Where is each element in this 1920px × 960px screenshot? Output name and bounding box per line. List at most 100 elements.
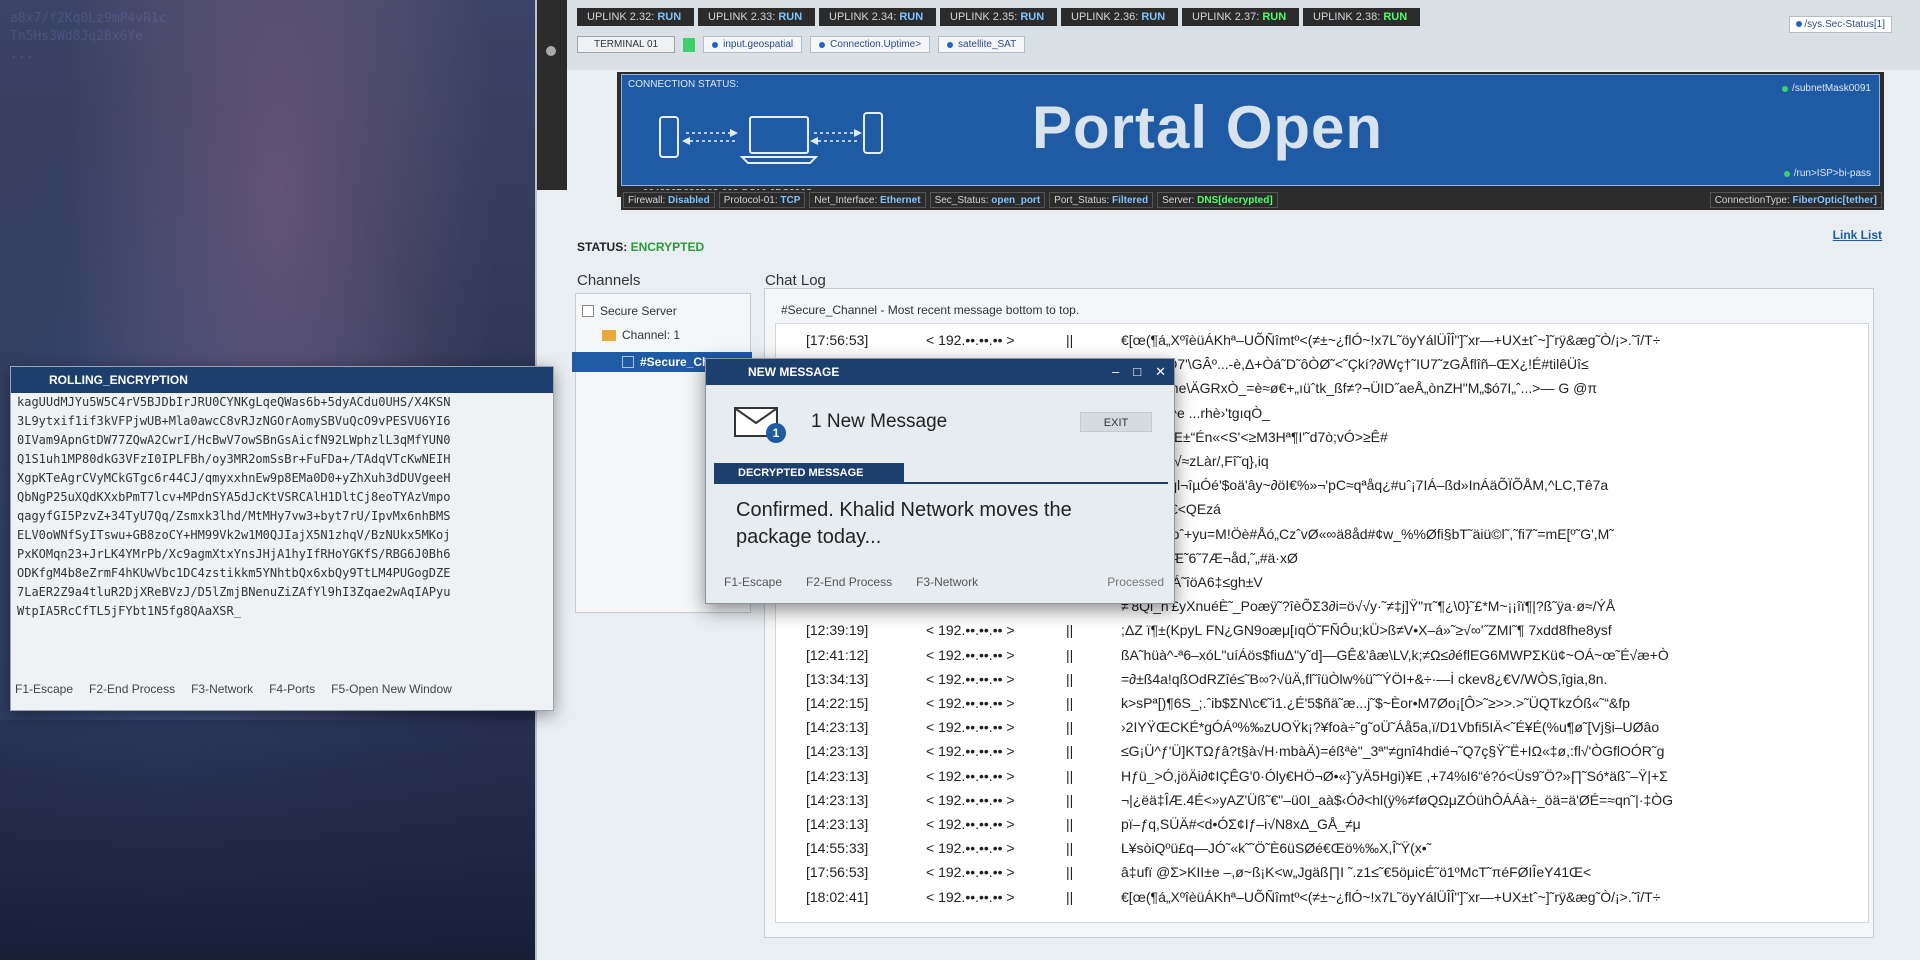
chip-dot-icon <box>819 41 826 48</box>
sec-status-chip[interactable]: /sys.Sec-Status[1] <box>1788 16 1892 33</box>
footer-shortcut[interactable]: F5-Open New Window <box>331 682 452 696</box>
chat-message-row[interactable]: [14:23:13] < 192.••.••.•• > || Hƒü_>Ó,jöÄi∂… <box>776 767 1868 792</box>
link-list-link[interactable]: Link List <box>1833 228 1882 242</box>
encrypted-line: QbNgP25uXQdKXxbPmT7lcv+MPdnSYA5dJcKtVSRC… <box>17 490 451 504</box>
status-field: Firewall: Disabled <box>623 192 715 208</box>
uplink-label: UPLINK 2.38: <box>1313 11 1381 23</box>
uplink-status: UPLINK 2.34: RUN <box>819 8 936 26</box>
message-sender-ip: < 192.••.••.•• > <box>926 816 1015 832</box>
chat-message-row[interactable]: [17:56:53] < 192.••.••.•• > || €[œ(¶á„Xºîèü… <box>776 332 1868 356</box>
terminal-active-indicator <box>683 37 696 52</box>
uplink-status: UPLINK 2.32: RUN <box>577 8 694 26</box>
shortcut-escape[interactable]: F1-Escape <box>724 575 782 589</box>
chip-dot-icon <box>1795 21 1802 27</box>
uplink-label: UPLINK 2.36: <box>1071 11 1139 23</box>
chat-message-row[interactable]: [14:23:13] < 192.••.••.•• > || ¬|¿ëä‡ÎÆ.4É<… <box>776 791 1868 816</box>
terminal-label[interactable]: TERMINAL 01 <box>577 36 676 53</box>
status-field-value: Ethernet <box>880 195 921 206</box>
message-separator: || <box>1066 888 1074 905</box>
message-separator: || <box>1066 646 1074 663</box>
status-field-value: TCP <box>780 195 801 206</box>
tree-item-channel-1[interactable]: Channel: 1 <box>602 328 680 342</box>
rolling-footer-shortcuts: F1-Escape F2-End Process F3-Network F4-Port… <box>15 682 452 696</box>
shortcut-network[interactable]: F3-Network <box>916 575 978 589</box>
message-sender-ip: < 192.••.••.•• > <box>926 622 1015 639</box>
chat-log-subtitle: #Secure_Channel - Most recent message bo… <box>781 303 1080 317</box>
chat-message-row[interactable]: [12:39:19] < 192.••.••.•• > || ;ΔZ ï¶±(KpyL… <box>776 622 1868 646</box>
chat-message-row[interactable]: [12:41:12] < 192.••.••.•• > || ßA˜hüà^-ª6–x… <box>776 646 1868 671</box>
new-message-titlebar[interactable]: NEW MESSAGE – □ ✕ <box>706 359 1174 385</box>
message-separator: || <box>1066 791 1074 808</box>
close-icon[interactable]: ✕ <box>1155 359 1166 385</box>
message-ciphertext: ≈)»Ç+hD7'\GÂº...-è,Δ+Òá˜D˜ôÒØ˜<˜Çkí?∂Wç†… <box>1121 356 1589 373</box>
message-separator: || <box>1066 695 1074 711</box>
status-field-value: DNS[decrypted] <box>1197 195 1273 206</box>
message-ciphertext: ¬|¿ëä‡ÎÆ.4É<»yAZ'Üß˜€"–ü0I_aà$‹Ó∂<hl(ÿ%≠… <box>1121 791 1674 808</box>
status-dot-icon <box>1783 170 1790 177</box>
chat-message-row[interactable]: [18:02:41] < 192.••.••.•• > || €[œ(¶á„Xºîèü… <box>776 888 1868 913</box>
message-ciphertext: in«Ü‡/äql¬îµÓé'$oä'ây~∂öI€%»¬'pC≈qªåq¿#u… <box>1121 477 1609 494</box>
uplink-label: UPLINK 2.33: <box>708 11 776 23</box>
device-connection-icon <box>659 112 883 164</box>
connection-status-panel: CONNECTION STATUS: /subnetMask0091 Porta… <box>617 72 1884 199</box>
shortcut-end-process[interactable]: F2-End Process <box>806 575 892 589</box>
window-controls: – □ ✕ <box>1112 359 1166 385</box>
chat-message-row[interactable]: [17:56:53] < 192.••.••.•• > || â‡ufï @Σ>KII… <box>776 864 1868 888</box>
footer-shortcut[interactable]: F2-End Process <box>89 682 175 696</box>
connection-status-display: CONNECTION STATUS: /subnetMask0091 Porta… <box>621 74 1880 199</box>
new-message-dialog: NEW MESSAGE – □ ✕ 1 1 New Message EXIT D… <box>705 358 1175 604</box>
chat-message-row[interactable]: [14:22:15] < 192.••.••.•• > || k>sPª[)¶6S_;… <box>776 695 1868 719</box>
power-icon[interactable] <box>546 46 556 56</box>
status-field-label: Sec_Status: <box>934 195 989 206</box>
rolling-encryption-window: ROLLING_ENCRYPTION kagUUdMJYu5W5C4rV5BJD… <box>10 366 554 711</box>
run-isp-label: /run>ISP>bi-pass <box>1793 168 1871 179</box>
top-toolbar: UPLINK 2.32: RUN UPLINK 2.33: RUN UPLINK 2… <box>567 0 1920 70</box>
chat-message-row[interactable]: [14:23:13] < 192.••.••.•• > || ≤G¡Ü^ƒ'Ü]KTΩ… <box>776 743 1868 767</box>
uplink-status: UPLINK 2.37: RUN <box>1182 8 1299 26</box>
message-separator: || <box>1066 816 1074 832</box>
uplink-status: UPLINK 2.35: RUN <box>940 8 1057 26</box>
maximize-icon[interactable]: □ <box>1133 359 1141 385</box>
rolling-encryption-title[interactable]: ROLLING_ENCRYPTION <box>11 367 553 393</box>
chip-geospatial[interactable]: input.geospatial <box>703 36 803 53</box>
minimize-icon[interactable]: – <box>1112 359 1119 385</box>
new-message-title: NEW MESSAGE <box>748 365 840 379</box>
tree-item-label: Secure Server <box>600 304 677 318</box>
chat-message-row[interactable]: [14:23:13] < 192.••.••.•• > || pï–ƒq,SÜÄ#<d… <box>776 816 1868 840</box>
collapse-icon[interactable] <box>582 305 594 317</box>
message-sender-ip: < 192.••.••.•• > <box>926 743 1015 760</box>
message-ciphertext: ≠'8Qi_h'£yXnuéÈ˜_Poæÿ˜?îèÕΣ3∂i=ö√√y·˜≠‡j… <box>1121 598 1616 615</box>
status-field-label: Firewall: <box>628 195 666 206</box>
message-timestamp: [18:02:41] <box>806 888 869 905</box>
footer-shortcut[interactable]: F1-Escape <box>15 682 73 696</box>
message-timestamp: [12:41:12] <box>806 646 869 663</box>
chip-dot-icon <box>712 41 719 48</box>
background-code-texture: a8x7/f2Kq0Lz9mP4vR1c Tn5Hs3Wd8Jq2Bx6Ye .… <box>10 11 167 62</box>
message-timestamp: [14:23:13] <box>806 767 869 784</box>
encrypted-line: Q1S1uh1MP80dkG3VFzI0IPLFBh/oy3MR2omSsBr+… <box>17 452 451 466</box>
encrypted-line: 0IVam9ApnGtDW77ZQwA2CwrI/HcBwV7owSBnGsAi… <box>17 433 451 447</box>
chip-uptime[interactable]: Connection.Uptime> <box>810 36 931 53</box>
uplink-state: RUN <box>899 11 924 23</box>
message-ciphertext: ;ΔZ ï¶±(KpyL FN¿GN9oæμ[ıqÖ˜FÑÔu;kÜ>ß≠V•X… <box>1121 622 1612 639</box>
message-ciphertext: L¥sòiQºü£q—JÓ˜«k˜˜Ö˜È6üSØé€Œö%‰X,Î˜Ÿ(x•˜ <box>1121 840 1432 857</box>
decrypted-message-label: DECRYPTED MESSAGE <box>714 463 904 483</box>
message-ciphertext: ài.;§§$Ime\ÄGRxÒ_=è≈ø€+„ıüˆtk_ßf≠?¬ÜID˝a… <box>1121 380 1598 397</box>
uplink-state: RUN <box>778 11 803 23</box>
tree-item-secure-server[interactable]: Secure Server <box>582 304 677 318</box>
status-field-label: Net_Interface: <box>814 195 878 206</box>
message-sender-ip: < 192.••.••.•• > <box>926 670 1015 687</box>
status-field-label: ConnectionType: <box>1714 195 1790 206</box>
footer-shortcut[interactable]: F4-Ports <box>269 682 315 696</box>
chat-message-row[interactable]: [14:55:33] < 192.••.••.•• > || L¥sòiQºü£q—J… <box>776 840 1868 864</box>
new-message-count: 1 New Message <box>811 411 948 432</box>
chat-message-row[interactable]: [14:23:13] < 192.••.••.•• > || ›2IYŸŒCKÉ*gÓ… <box>776 719 1868 743</box>
status-field: Port_Status: Filtered <box>1049 192 1154 208</box>
uplink-label: UPLINK 2.32: <box>587 11 655 23</box>
footer-shortcut[interactable]: F3-Network <box>191 682 253 696</box>
status-field: Server: DNS[decrypted] <box>1157 192 1278 208</box>
exit-button[interactable]: EXIT <box>1080 412 1152 432</box>
chip-satellite[interactable]: satellite_SAT <box>938 36 1026 53</box>
message-timestamp: [17:56:53] <box>806 864 869 881</box>
chat-message-row[interactable]: [13:34:13] < 192.••.••.•• > || =∂±ß4a!qßOdR… <box>776 670 1868 695</box>
